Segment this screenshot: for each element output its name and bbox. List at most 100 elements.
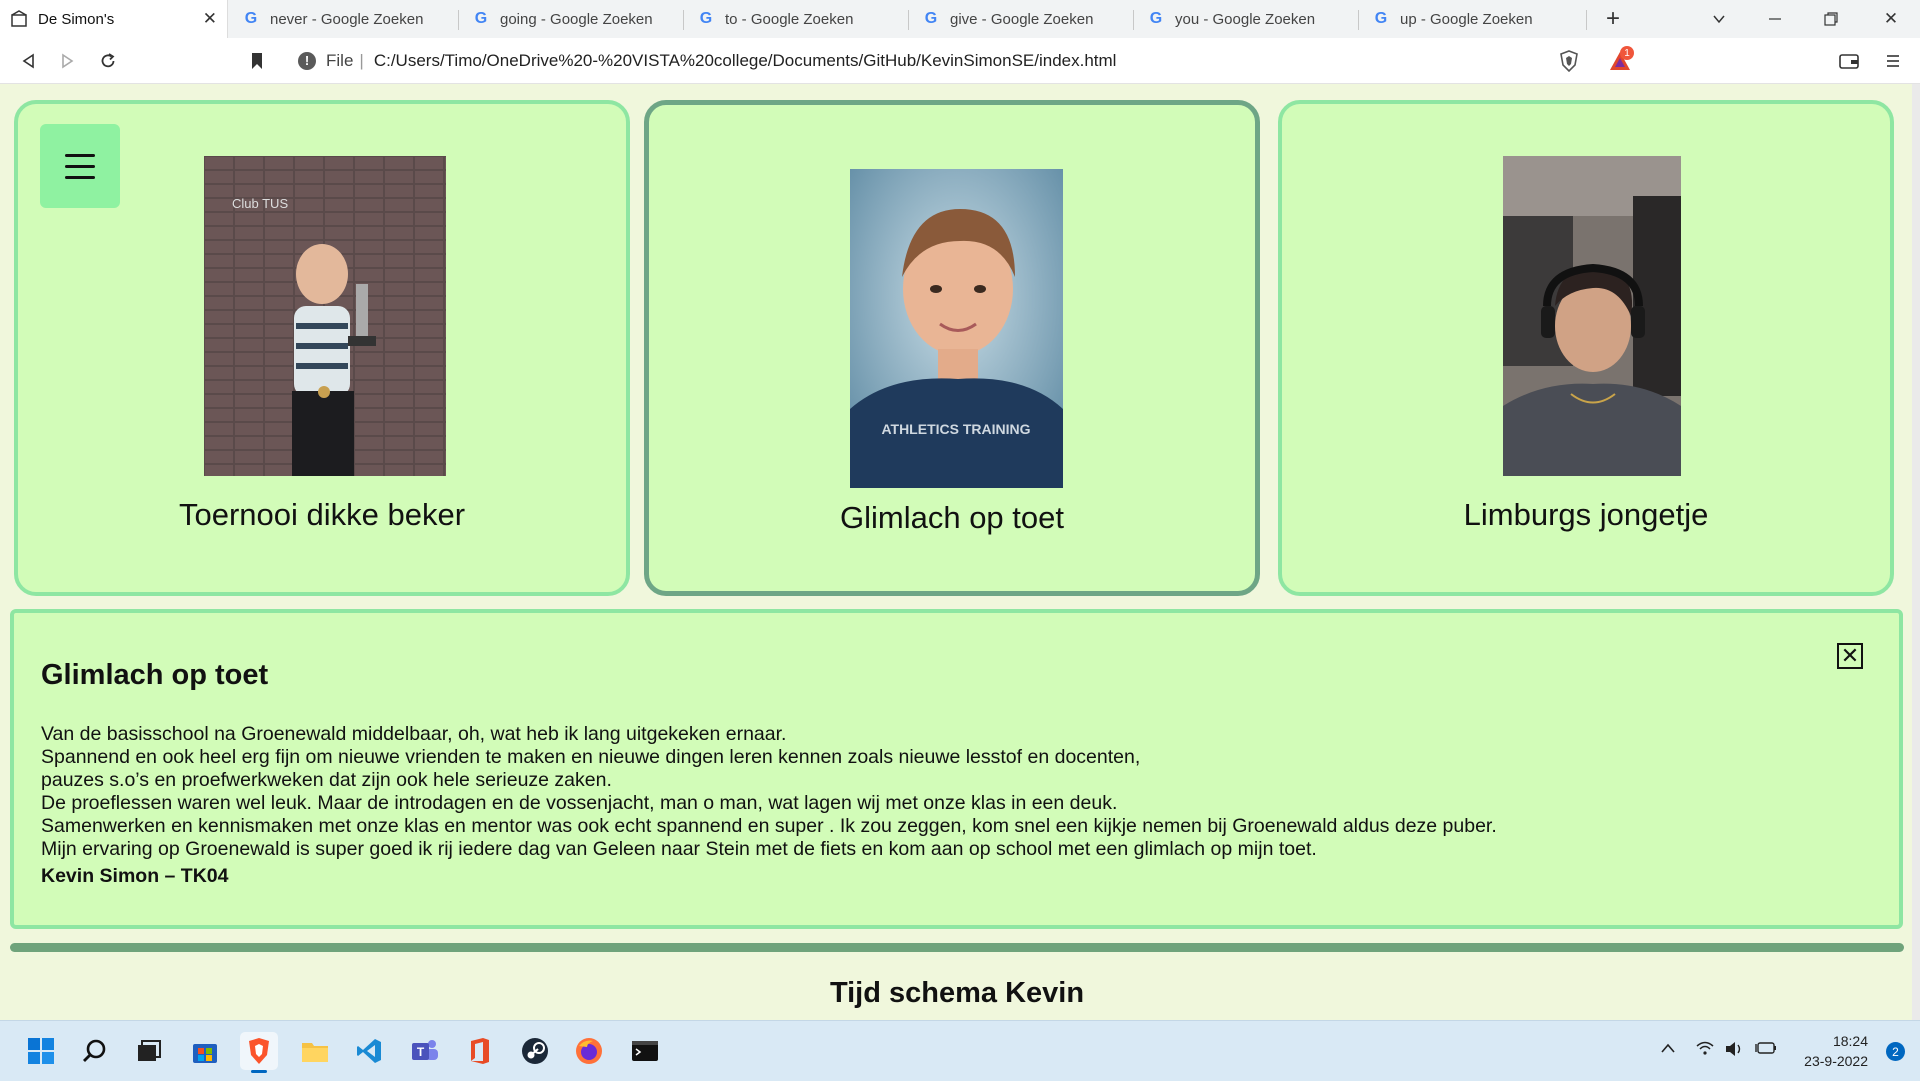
- restore-button[interactable]: [1808, 0, 1854, 38]
- detail-panel: Glimlach op toet ✕ Van de basisschool na…: [10, 609, 1903, 929]
- battery-icon[interactable]: [1755, 1041, 1777, 1059]
- tab-title: up - Google Zoeken: [1400, 10, 1533, 28]
- tab-separator: [1133, 10, 1134, 30]
- card-caption: Toernooi dikke beker: [178, 497, 466, 532]
- detail-body: Van de basisschool na Groenewald middelb…: [41, 723, 1841, 861]
- new-tab-button[interactable]: +: [1590, 0, 1636, 38]
- file-explorer-icon[interactable]: [296, 1032, 334, 1070]
- site-info-icon[interactable]: !: [298, 51, 316, 70]
- menu-bar: [65, 153, 95, 157]
- scheme-separator: |: [359, 50, 364, 70]
- tab-title: De Simon's: [38, 10, 115, 28]
- close-window-button[interactable]: ✕: [1868, 0, 1914, 38]
- wifi-icon[interactable]: [1696, 1041, 1714, 1059]
- card-caption: Glimlach op toet: [840, 500, 1064, 535]
- tab-title: never - Google Zoeken: [270, 10, 424, 28]
- brave-shields-icon[interactable]: [1556, 48, 1582, 74]
- schedule-heading: Tijd schema Kevin: [829, 977, 1085, 1009]
- url-text[interactable]: C:/Users/Timo/OneDrive%20-%20VISTA%20col…: [374, 51, 1117, 71]
- detail-line: Spannend en ook heel erg fijn om nieuwe …: [41, 746, 1141, 768]
- tab-never-google[interactable]: G never - Google Zoeken: [232, 0, 454, 38]
- tab-separator: [1358, 10, 1359, 30]
- forward-button[interactable]: [55, 48, 81, 74]
- tab-separator: [458, 10, 459, 30]
- bookmark-icon[interactable]: [244, 48, 270, 74]
- web-page: Club TUS Toernooi dikke beker ATHLETICS …: [0, 84, 1920, 1020]
- windows-start-icon[interactable]: [22, 1032, 60, 1070]
- menu-bar: [65, 175, 95, 179]
- detail-line: Samenwerken en kennismaken met onze klas…: [41, 815, 1497, 837]
- windows-taskbar: T 18:24 23-9-2022 2: [0, 1020, 1920, 1081]
- tab-to-google[interactable]: G to - Google Zoeken: [687, 0, 909, 38]
- tab-separator: [1586, 10, 1587, 30]
- photo-card-smile[interactable]: ATHLETICS TRAINING Glimlach op toet: [644, 100, 1260, 596]
- detail-line: Mijn ervaring op Groenewald is super goe…: [41, 838, 1317, 860]
- shirt-print-text: ATHLETICS TRAINING: [881, 421, 1030, 437]
- menu-icon[interactable]: [1880, 48, 1906, 74]
- address-toolbar: ! File | C:/Users/Timo/OneDrive%20-%20VI…: [0, 38, 1920, 84]
- tab-title: to - Google Zoeken: [725, 10, 854, 28]
- terminal-icon[interactable]: [626, 1032, 664, 1070]
- brave-rewards-badge: 1: [1620, 46, 1634, 60]
- microsoft-store-icon[interactable]: [186, 1032, 224, 1070]
- page-scrollbar[interactable]: [1912, 84, 1920, 1020]
- google-icon: G: [474, 10, 488, 27]
- photo-card-limburg[interactable]: Limburgs jongetje: [1278, 100, 1894, 596]
- google-icon: G: [1149, 10, 1163, 27]
- teams-icon[interactable]: T: [406, 1032, 444, 1070]
- google-icon: G: [244, 10, 258, 27]
- back-button[interactable]: [15, 48, 41, 74]
- task-view-icon[interactable]: [130, 1032, 168, 1070]
- smile-portrait-photo: ATHLETICS TRAINING: [850, 169, 1063, 488]
- tab-search-chevron-icon[interactable]: [1696, 0, 1742, 38]
- tab-up-google[interactable]: G up - Google Zoeken: [1362, 0, 1584, 38]
- active-indicator: [251, 1070, 267, 1073]
- wallet-icon[interactable]: [1836, 48, 1862, 74]
- browser-tab-strip: De Simon's ✕ G never - Google Zoeken G g…: [0, 0, 1920, 38]
- tab-title: give - Google Zoeken: [950, 10, 1094, 28]
- tab-de-simons[interactable]: De Simon's ✕: [0, 0, 228, 38]
- tab-give-google[interactable]: G give - Google Zoeken: [912, 0, 1134, 38]
- brave-icon[interactable]: [240, 1032, 278, 1073]
- google-icon: G: [699, 10, 713, 27]
- clock-time: 18:24: [1832, 1033, 1868, 1049]
- photo-card-tournament[interactable]: Club TUS Toernooi dikke beker: [14, 100, 630, 596]
- office-icon[interactable]: [460, 1032, 498, 1070]
- brave-rewards-icon[interactable]: 1: [1600, 46, 1640, 74]
- steam-icon[interactable]: [516, 1032, 554, 1070]
- system-clock[interactable]: 18:24 23-9-2022: [1804, 1031, 1868, 1071]
- detail-line: De proeflessen waren wel leuk. Maar de i…: [41, 792, 1118, 814]
- limburg-photo: [1503, 156, 1681, 476]
- tab-title: you - Google Zoeken: [1175, 10, 1316, 28]
- tab-going-google[interactable]: G going - Google Zoeken: [462, 0, 684, 38]
- google-icon: G: [924, 10, 938, 27]
- chalk-text: Club TUS: [232, 196, 288, 211]
- minimize-button[interactable]: [1752, 0, 1798, 38]
- close-detail-button[interactable]: ✕: [1837, 643, 1863, 669]
- detail-title: Glimlach op toet: [41, 659, 269, 691]
- reload-button[interactable]: [95, 48, 121, 74]
- scheme-label: File: [326, 50, 354, 70]
- address-bar[interactable]: ! File | C:/Users/Timo/OneDrive%20-%20VI…: [286, 44, 1634, 77]
- search-icon[interactable]: [76, 1032, 114, 1070]
- firefox-icon[interactable]: [570, 1032, 608, 1070]
- notification-badge[interactable]: 2: [1886, 1042, 1905, 1061]
- hamburger-menu-button[interactable]: [40, 124, 120, 208]
- tab-separator: [908, 10, 909, 30]
- menu-bar: [65, 164, 95, 168]
- tab-separator: [683, 10, 684, 30]
- tournament-photo: Club TUS: [204, 156, 446, 476]
- svg-text:T: T: [417, 1045, 425, 1059]
- section-divider: [10, 943, 1904, 952]
- clock-date: 23-9-2022: [1804, 1053, 1868, 1069]
- volume-icon[interactable]: [1724, 1041, 1744, 1061]
- tab-you-google[interactable]: G you - Google Zoeken: [1137, 0, 1359, 38]
- vs-code-icon[interactable]: [350, 1032, 388, 1070]
- tab-close-icon[interactable]: ✕: [203, 9, 217, 29]
- google-icon: G: [1374, 10, 1388, 27]
- detail-line: Van de basisschool na Groenewald middelb…: [41, 723, 787, 745]
- show-hidden-icons-chevron-icon[interactable]: [1660, 1041, 1676, 1058]
- detail-signature: Kevin Simon – TK04: [41, 865, 229, 887]
- card-caption: Limburgs jongetje: [1463, 497, 1709, 532]
- page-favicon-icon: [10, 10, 28, 28]
